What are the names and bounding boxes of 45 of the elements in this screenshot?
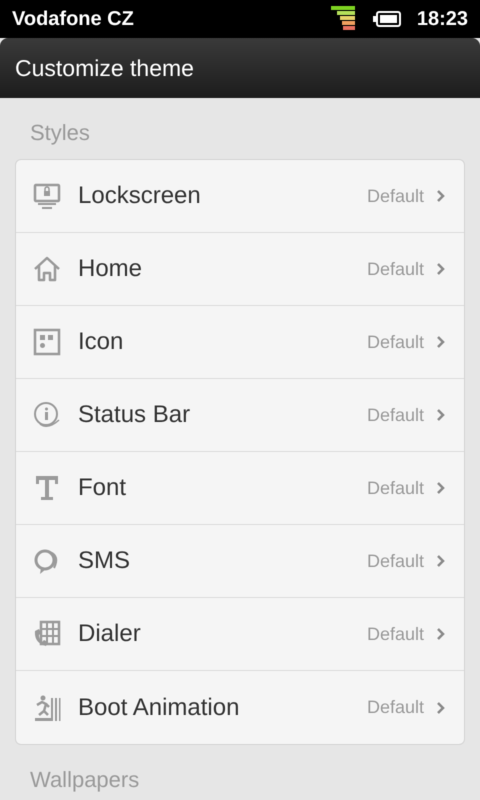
settings-row[interactable]: Font Default — [16, 452, 464, 525]
carrier-name: Vodafone CZ — [12, 7, 134, 32]
row-value: Default — [366, 696, 424, 719]
row-label: Lockscreen — [78, 181, 201, 211]
chevron-icon — [436, 554, 446, 568]
signal-icon — [330, 6, 357, 32]
chevron-icon — [436, 262, 446, 276]
section-header: Wallpapers — [29, 766, 140, 794]
screen-lock-icon — [32, 181, 62, 211]
chevron-icon — [436, 627, 446, 641]
grid-icon — [32, 327, 62, 357]
info-bubble-icon — [32, 400, 62, 430]
row-label: Icon — [78, 327, 124, 357]
row-value: Default — [366, 404, 424, 426]
screen-title: Customize theme — [15, 54, 194, 83]
row-value: Default — [366, 550, 424, 572]
settings-row[interactable]: Home Default — [16, 233, 464, 306]
row-value: Default — [366, 476, 424, 500]
row-value: Default — [366, 258, 424, 280]
settings-row[interactable]: Boot Animation Default — [16, 671, 464, 744]
row-value: Default — [366, 622, 424, 646]
row-label: SMS — [78, 546, 130, 576]
phone-keypad-icon — [32, 619, 62, 649]
chevron-icon — [436, 481, 446, 495]
clock-time: 18:23 — [416, 7, 468, 32]
settings-row[interactable]: Icon Default — [16, 306, 464, 379]
settings-row[interactable]: Dialer Default — [16, 598, 464, 671]
chevron-icon — [436, 189, 446, 203]
row-label: Status Bar — [78, 400, 190, 430]
chevron-icon — [436, 700, 446, 714]
house-icon — [32, 254, 62, 284]
settings-row[interactable]: Status Bar Default — [16, 379, 464, 452]
row-label: Dialer — [78, 619, 141, 649]
battery-icon — [372, 11, 401, 27]
settings-row[interactable]: SMS Default — [16, 525, 464, 598]
settings-row[interactable]: Lockscreen Default — [16, 160, 464, 233]
row-value: Default — [366, 184, 424, 208]
row-label: Font — [78, 473, 126, 503]
row-label: Home — [78, 254, 142, 284]
section-header: Styles — [29, 119, 91, 147]
running-figure-icon — [32, 692, 62, 722]
row-value: Default — [366, 330, 424, 354]
chevron-icon — [436, 408, 446, 422]
row-label: Boot Animation — [78, 692, 240, 722]
chevron-icon — [436, 335, 446, 349]
